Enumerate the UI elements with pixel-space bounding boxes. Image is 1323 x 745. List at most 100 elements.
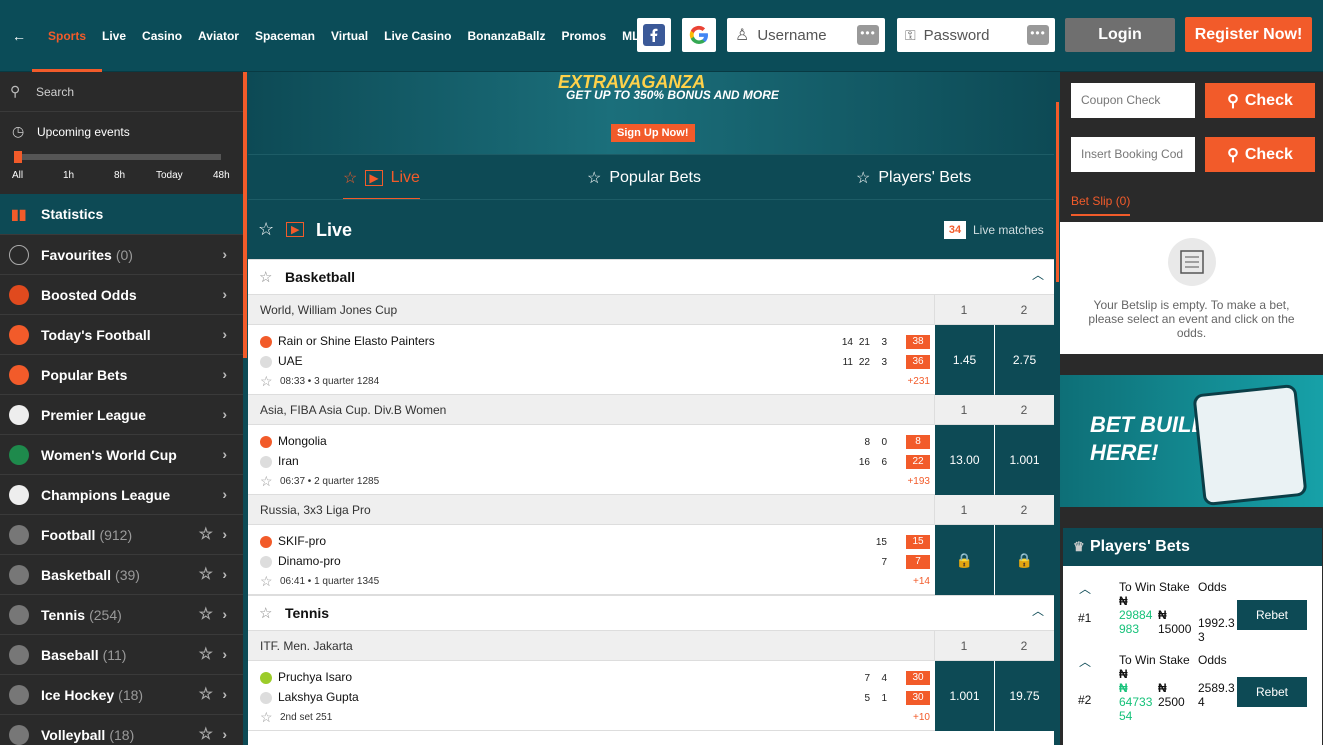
- odds-button-1[interactable]: 1.001: [935, 661, 994, 731]
- sidebar-item-favourites[interactable]: Favourites (0) ›: [0, 234, 243, 274]
- event-row[interactable]: Pruchya Isaro Lakshya Gupta ☆ 2nd set 251 7 5…: [248, 661, 1054, 731]
- chevron-up-icon[interactable]: ︿: [1032, 602, 1044, 619]
- sidebar-item-volleyball[interactable]: Volleyball (18) ☆ ›: [0, 714, 243, 745]
- promo-banner[interactable]: EXTRAVAGANZA GET UP TO 350% BONUS AND MO…: [248, 72, 1054, 154]
- sidebar-scrollbar[interactable]: [243, 72, 247, 358]
- time-all[interactable]: All: [12, 170, 23, 181]
- odds-button-2[interactable]: 🔒: [995, 525, 1054, 595]
- odds-button-1[interactable]: 🔒: [935, 525, 994, 595]
- chevron-right-icon[interactable]: ›: [222, 486, 227, 502]
- star-icon[interactable]: ☆: [258, 219, 274, 240]
- sidebar-item-ice-hockey[interactable]: Ice Hockey (18) ☆ ›: [0, 674, 243, 714]
- sidebar-item-tennis[interactable]: Tennis (254) ☆ ›: [0, 594, 243, 634]
- slider-handle[interactable]: [14, 151, 22, 163]
- nav-promos[interactable]: Promos: [553, 0, 614, 72]
- chevron-right-icon[interactable]: ›: [222, 446, 227, 462]
- coupon-check-button[interactable]: ⚲ Check: [1205, 83, 1315, 118]
- star-icon[interactable]: ☆: [259, 268, 272, 286]
- booking-check-button[interactable]: ⚲ Check: [1205, 137, 1315, 172]
- sidebar-item-baseball[interactable]: Baseball (11) ☆ ›: [0, 634, 243, 674]
- bet-builder-banner[interactable]: BET BUILDER IS HERE!: [1060, 375, 1323, 507]
- back-arrow-icon[interactable]: ←: [12, 28, 40, 44]
- more-markets-link[interactable]: +231: [903, 376, 930, 387]
- time-48h[interactable]: 48h: [213, 170, 230, 181]
- nav-aviator[interactable]: Aviator: [190, 0, 247, 72]
- chevron-right-icon[interactable]: ›: [222, 246, 227, 262]
- username-field[interactable]: ♙ Username •••: [727, 18, 885, 52]
- sport-header-basketball[interactable]: ☆ Basketball ︿: [248, 259, 1054, 295]
- time-1h[interactable]: 1h: [63, 170, 74, 181]
- star-icon[interactable]: ☆: [199, 604, 213, 624]
- booking-code-input[interactable]: Insert Booking Cod: [1071, 137, 1195, 172]
- chevron-up-icon[interactable]: ︿: [1079, 653, 1091, 670]
- nav-live-casino[interactable]: Live Casino: [376, 0, 459, 72]
- password-field[interactable]: ⚿ Password •••: [897, 18, 1055, 52]
- chevron-right-icon[interactable]: ›: [222, 726, 227, 742]
- time-today[interactable]: Today: [156, 170, 183, 181]
- rebet-button[interactable]: Rebet: [1237, 600, 1307, 630]
- sidebar-search[interactable]: ⚲ Search: [0, 72, 243, 112]
- star-icon[interactable]: ☆: [260, 573, 273, 590]
- nav-live[interactable]: Live: [94, 0, 134, 72]
- nav-spaceman[interactable]: Spaceman: [247, 0, 323, 72]
- scrollbar-thumb[interactable]: [1056, 102, 1059, 282]
- google-login-button[interactable]: [682, 18, 716, 52]
- odds-button-1[interactable]: 1.45: [935, 325, 994, 395]
- chevron-right-icon[interactable]: ›: [222, 646, 227, 662]
- sidebar-item-popular-bets[interactable]: Popular Bets ›: [0, 354, 243, 394]
- star-icon[interactable]: ☆: [199, 524, 213, 544]
- nav-casino[interactable]: Casino: [134, 0, 190, 72]
- register-button[interactable]: Register Now!: [1185, 17, 1312, 52]
- star-icon[interactable]: ☆: [199, 564, 213, 584]
- event-row[interactable]: SKIF-pro Dinamo-pro ☆ 06:41 • 1 quarter 134…: [248, 525, 1054, 595]
- sidebar-item-women-s-world-cup[interactable]: Women's World Cup ›: [0, 434, 243, 474]
- coupon-check-input[interactable]: Coupon Check: [1071, 83, 1195, 118]
- more-markets-link[interactable]: +14: [903, 576, 930, 587]
- odds-button-2[interactable]: 1.001: [995, 425, 1054, 495]
- facebook-login-button[interactable]: [637, 18, 671, 52]
- star-icon[interactable]: ☆: [260, 709, 273, 726]
- chevron-right-icon[interactable]: ›: [222, 526, 227, 542]
- keyboard-icon[interactable]: •••: [1027, 25, 1049, 45]
- chevron-right-icon[interactable]: ›: [222, 366, 227, 382]
- chevron-right-icon[interactable]: ›: [222, 326, 227, 342]
- chevron-right-icon[interactable]: ›: [222, 406, 227, 422]
- chevron-right-icon[interactable]: ›: [222, 606, 227, 622]
- sidebar-item-champions-league[interactable]: Champions League ›: [0, 474, 243, 514]
- star-icon[interactable]: ☆: [199, 684, 213, 704]
- tab-players-bets[interactable]: ☆ Players' Bets: [856, 155, 971, 200]
- chevron-right-icon[interactable]: ›: [222, 286, 227, 302]
- odds-button-2[interactable]: 19.75: [995, 661, 1054, 731]
- betslip-tab[interactable]: Bet Slip (0): [1071, 194, 1130, 208]
- star-icon[interactable]: ☆: [199, 724, 213, 744]
- nav-virtual[interactable]: Virtual: [323, 0, 376, 72]
- event-row[interactable]: Rain or Shine Elasto Painters UAE ☆ 08:33 •…: [248, 325, 1054, 395]
- statistics-item[interactable]: ▮▮ Statistics: [0, 194, 243, 234]
- chevron-right-icon[interactable]: ›: [222, 566, 227, 582]
- star-icon[interactable]: ☆: [259, 604, 272, 622]
- sidebar-item-today-s-football[interactable]: Today's Football ›: [0, 314, 243, 354]
- odds-button-2[interactable]: 2.75: [995, 325, 1054, 395]
- tab-popular-bets[interactable]: ☆ Popular Bets: [587, 155, 701, 200]
- time-8h[interactable]: 8h: [114, 170, 125, 181]
- chevron-up-icon[interactable]: ︿: [1079, 580, 1091, 597]
- sport-header-tennis[interactable]: ☆ Tennis ︿: [248, 595, 1054, 631]
- odds-button-1[interactable]: 13.00: [935, 425, 994, 495]
- sidebar-item-premier-league[interactable]: Premier League ›: [0, 394, 243, 434]
- sidebar-item-football[interactable]: Football (912) ☆ ›: [0, 514, 243, 554]
- star-icon[interactable]: ☆: [260, 473, 273, 490]
- sidebar-item-boosted-odds[interactable]: Boosted Odds ›: [0, 274, 243, 314]
- star-icon[interactable]: ☆: [260, 373, 273, 390]
- event-row[interactable]: Mongolia Iran ☆ 06:37 • 2 quarter 1285 8 16 0 6…: [248, 425, 1054, 495]
- nav-bonanzaballz[interactable]: BonanzaBallz: [459, 0, 553, 72]
- star-icon[interactable]: ☆: [199, 644, 213, 664]
- nav-sports[interactable]: Sports: [31, 0, 103, 72]
- banner-signup-button[interactable]: Sign Up Now!: [611, 124, 695, 142]
- keyboard-icon[interactable]: •••: [857, 25, 879, 45]
- more-markets-link[interactable]: +10: [903, 712, 930, 723]
- chevron-right-icon[interactable]: ›: [222, 686, 227, 702]
- sidebar-item-basketball[interactable]: Basketball (39) ☆ ›: [0, 554, 243, 594]
- time-slider[interactable]: [14, 151, 221, 163]
- tab-live[interactable]: ☆ ▶ Live: [343, 155, 420, 200]
- more-markets-link[interactable]: +193: [903, 476, 930, 487]
